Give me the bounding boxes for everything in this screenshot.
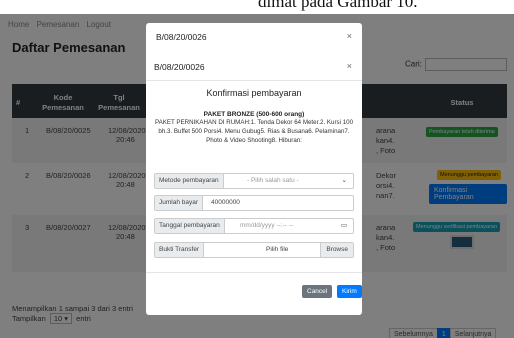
amount-value: 40000000 [211,199,240,206]
proof-placeholder: Pilih file [266,246,289,253]
amount-field[interactable]: Jumlah bayar 40000000 [154,195,354,211]
chevron-down-icon: ⌄ [341,177,347,184]
close-icon[interactable]: × [347,61,352,71]
background-modal-title: B/08/20/0026 [156,32,207,42]
submit-button[interactable]: Kirim [337,285,362,298]
browse-button[interactable]: Browse [320,243,353,257]
calendar-icon[interactable]: ▭ [341,219,347,233]
modal-heading: Konfirmasi pembayaran [206,88,302,98]
payment-method-select[interactable]: Metode pembayaran - Pilih salah satu - ⌄ [154,173,354,189]
background-modal-close-icon[interactable]: × [347,31,352,41]
payment-date-placeholder: mm/dd/yyyy --:-- -- [240,222,294,229]
payment-date-field[interactable]: Tanggal pembayaran mm/dd/yyyy --:-- -- ▭ [154,218,354,234]
proof-upload-field[interactable]: Bukti Transfer Pilih file Browse [154,242,354,258]
modal-footer-divider [146,272,362,273]
payment-date-label: Tanggal pembayaran [155,219,225,233]
amount-label: Jumlah bayar [155,196,204,210]
package-description: PAKET PERNIKAHAN DI RUMAH:1. Tenda Dekor… [154,119,354,144]
page: dimat pada Gambar 10. Home Pemesanan Log… [0,0,514,338]
proof-label: Bukti Transfer [155,243,205,257]
caption-strip: dimat pada Gambar 10. [0,0,514,14]
payment-method-label: Metode pembayaran [155,174,224,188]
payment-modal: B/08/20/0026 × Konfirmasi pembayaran PAK… [146,52,362,315]
payment-method-placeholder: - Pilih salah satu - [247,177,299,184]
modal-header-divider [146,80,362,81]
cancel-button[interactable]: Cancel [302,285,333,298]
package-name: PAKET BRONZE (500-600 orang) [203,111,305,118]
modal-title: B/08/20/0026 [154,62,205,72]
caption-text: dimat pada Gambar 10. [258,0,418,11]
